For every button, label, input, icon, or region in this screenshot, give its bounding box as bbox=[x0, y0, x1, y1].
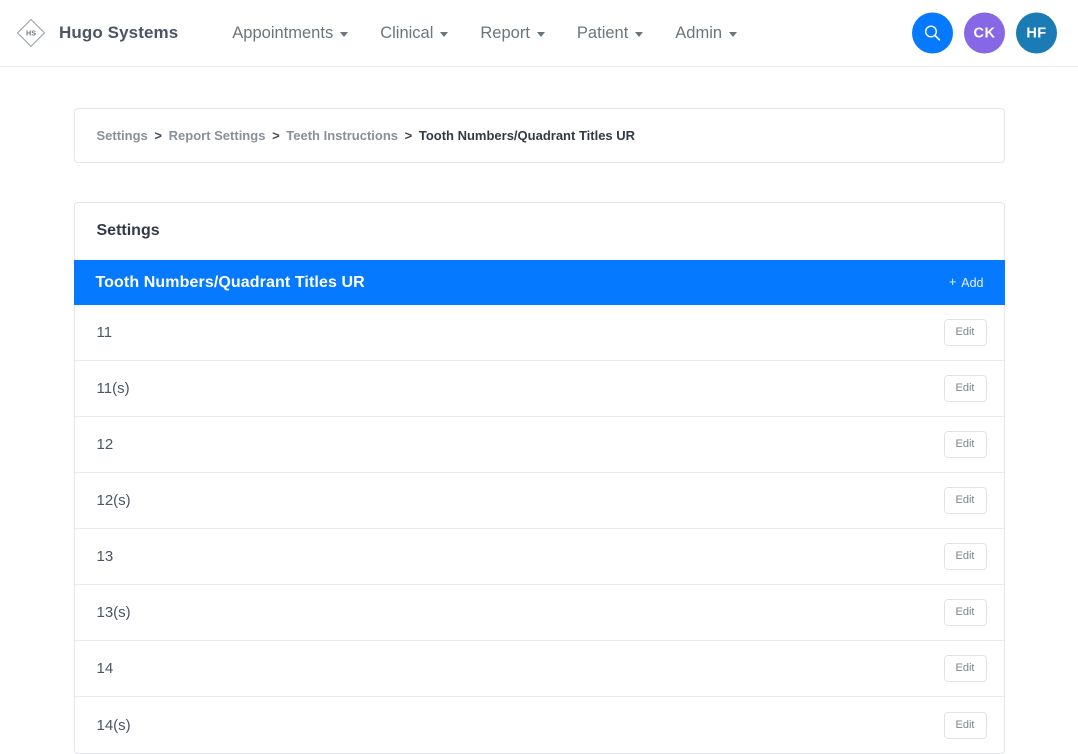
section-title: Tooth Numbers/Quadrant Titles UR bbox=[96, 274, 365, 292]
edit-button[interactable]: Edit bbox=[944, 655, 987, 682]
avatar-hf[interactable]: HF bbox=[1016, 13, 1057, 54]
chevron-down-icon bbox=[729, 32, 737, 37]
content-container: Settings > Report Settings > Teeth Instr… bbox=[74, 67, 1005, 754]
chevron-down-icon bbox=[635, 32, 643, 37]
navbar-actions: CK HF bbox=[912, 13, 1057, 54]
row-label: 14(s) bbox=[97, 717, 131, 734]
chevron-down-icon bbox=[340, 32, 348, 37]
section-header-bar: Tooth Numbers/Quadrant Titles UR + Add bbox=[74, 260, 1005, 305]
nav-item-label: Appointments bbox=[232, 24, 333, 43]
table-row[interactable]: 11 Edit bbox=[75, 305, 1004, 361]
row-label: 13(s) bbox=[97, 604, 131, 621]
edit-button[interactable]: Edit bbox=[944, 319, 987, 346]
svg-text:HS: HS bbox=[26, 29, 36, 38]
settings-card: Settings Tooth Numbers/Quadrant Titles U… bbox=[74, 202, 1005, 754]
nav-item-clinical[interactable]: Clinical bbox=[364, 18, 464, 49]
nav-item-patient[interactable]: Patient bbox=[561, 18, 659, 49]
table-row[interactable]: 13 Edit bbox=[75, 529, 1004, 585]
top-navigation-bar: HS Hugo Systems Appointments Clinical Re… bbox=[0, 0, 1078, 67]
brand-home-link[interactable]: HS Hugo Systems bbox=[14, 16, 178, 50]
edit-button[interactable]: Edit bbox=[944, 543, 987, 570]
tooth-number-list: 11 Edit 11(s) Edit 12 Edit 12(s) Edit 13 bbox=[75, 305, 1004, 753]
plus-icon: + bbox=[949, 276, 956, 289]
nav-item-appointments[interactable]: Appointments bbox=[216, 18, 364, 49]
page-title: Settings bbox=[75, 203, 1004, 260]
chevron-down-icon bbox=[440, 32, 448, 37]
primary-nav: Appointments Clinical Report Patient Adm… bbox=[216, 18, 753, 49]
edit-button[interactable]: Edit bbox=[944, 712, 987, 739]
breadcrumb-item-current: Tooth Numbers/Quadrant Titles UR bbox=[419, 128, 635, 143]
avatar-initials: HF bbox=[1026, 25, 1046, 41]
breadcrumb-item-teeth-instructions[interactable]: Teeth Instructions bbox=[286, 128, 398, 143]
row-label: 11(s) bbox=[97, 380, 130, 397]
row-label: 12(s) bbox=[97, 492, 131, 509]
edit-button[interactable]: Edit bbox=[944, 431, 987, 458]
row-label: 12 bbox=[97, 436, 114, 453]
breadcrumb-separator: > bbox=[272, 128, 280, 143]
search-icon bbox=[923, 24, 942, 43]
hs-diamond-logo-icon: HS bbox=[14, 16, 48, 50]
nav-item-label: Admin bbox=[675, 24, 722, 43]
chevron-down-icon bbox=[537, 32, 545, 37]
table-row[interactable]: 14(s) Edit bbox=[75, 697, 1004, 753]
row-label: 13 bbox=[97, 548, 114, 565]
edit-button[interactable]: Edit bbox=[944, 487, 987, 514]
edit-button[interactable]: Edit bbox=[944, 599, 987, 626]
add-button[interactable]: + Add bbox=[947, 272, 986, 294]
table-row[interactable]: 12 Edit bbox=[75, 417, 1004, 473]
edit-button[interactable]: Edit bbox=[944, 375, 987, 402]
row-label: 14 bbox=[97, 660, 114, 677]
search-button[interactable] bbox=[912, 13, 953, 54]
nav-item-admin[interactable]: Admin bbox=[659, 18, 753, 49]
nav-item-label: Report bbox=[480, 24, 530, 43]
page-content: Settings > Report Settings > Teeth Instr… bbox=[0, 67, 1078, 754]
nav-item-report[interactable]: Report bbox=[464, 18, 561, 49]
breadcrumb-item-report-settings[interactable]: Report Settings bbox=[169, 128, 266, 143]
avatar-initials: CK bbox=[974, 25, 996, 41]
nav-item-label: Clinical bbox=[380, 24, 433, 43]
breadcrumb: Settings > Report Settings > Teeth Instr… bbox=[97, 129, 982, 142]
row-label: 11 bbox=[97, 324, 113, 341]
breadcrumb-item-settings[interactable]: Settings bbox=[97, 128, 148, 143]
table-row[interactable]: 12(s) Edit bbox=[75, 473, 1004, 529]
breadcrumb-card: Settings > Report Settings > Teeth Instr… bbox=[74, 108, 1005, 163]
breadcrumb-separator: > bbox=[154, 128, 162, 143]
brand-name: Hugo Systems bbox=[59, 23, 178, 43]
avatar-ck[interactable]: CK bbox=[964, 13, 1005, 54]
table-row[interactable]: 11(s) Edit bbox=[75, 361, 1004, 417]
table-row[interactable]: 13(s) Edit bbox=[75, 585, 1004, 641]
table-row[interactable]: 14 Edit bbox=[75, 641, 1004, 697]
nav-item-label: Patient bbox=[577, 24, 628, 43]
breadcrumb-separator: > bbox=[405, 128, 413, 143]
add-button-label: Add bbox=[961, 276, 983, 290]
